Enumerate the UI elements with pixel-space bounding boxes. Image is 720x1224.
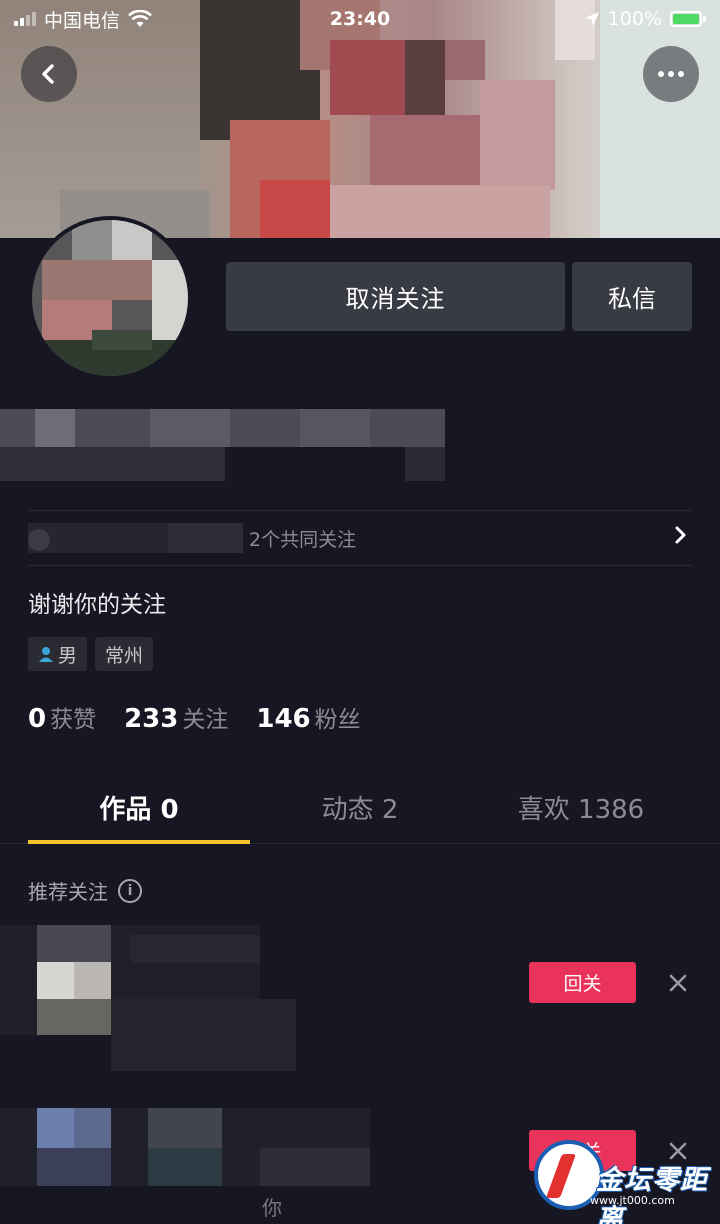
stat-followers[interactable]: 146 粉丝 — [256, 700, 360, 734]
likes-count: 0 — [28, 704, 47, 734]
stat-likes: 0 获赞 — [28, 700, 96, 734]
recommended-user-subtitle: 你 — [262, 1196, 282, 1220]
active-tab-indicator — [28, 840, 250, 844]
avatar[interactable] — [28, 216, 192, 380]
stat-following[interactable]: 233 关注 — [124, 700, 228, 734]
carrier-label: 中国电信 — [44, 9, 121, 32]
likes-label: 获赞 — [50, 707, 97, 733]
profile-tags: 男 常州 — [28, 637, 154, 671]
watermark-url: www.jt000.com — [590, 1194, 675, 1207]
recommended-user-blurred — [0, 925, 400, 1075]
bio-text: 谢谢你的关注 — [28, 592, 166, 618]
content-tabs: 作品 0 动态 2 喜欢 1386 — [0, 770, 720, 844]
mutual-follows-row[interactable]: 2个共同关注 — [28, 510, 692, 566]
chevron-right-icon — [675, 526, 686, 544]
unfollow-button[interactable]: 取消关注 — [226, 262, 565, 331]
more-options-button[interactable] — [643, 46, 699, 102]
gender-tag: 男 — [28, 637, 88, 671]
info-icon[interactable]: i — [118, 878, 142, 903]
battery-charging-icon — [670, 11, 706, 27]
recommended-follows-header: 推荐关注 i — [28, 876, 142, 905]
recommended-user-row[interactable]: 回关 — [0, 925, 720, 1075]
location-arrow-icon — [584, 12, 599, 26]
username-blurred — [0, 405, 460, 485]
followers-label: 粉丝 — [314, 707, 361, 733]
followers-count: 146 — [256, 704, 311, 734]
tab-activity[interactable]: 动态 2 — [250, 770, 470, 844]
recommended-follows-title: 推荐关注 — [28, 880, 108, 904]
battery-percent: 100% — [607, 8, 662, 30]
wifi-icon — [128, 10, 152, 27]
dismiss-button[interactable] — [665, 970, 691, 996]
status-bar: 中国电信 23:40 100% — [0, 0, 720, 38]
male-user-icon — [39, 647, 53, 662]
mutual-names-blurred — [28, 523, 243, 553]
message-button[interactable]: 私信 — [572, 262, 692, 331]
location-tag: 常州 — [95, 637, 154, 671]
mutual-follows-count: 2个共同关注 — [249, 528, 357, 551]
back-button[interactable] — [21, 46, 77, 102]
close-icon — [669, 974, 687, 992]
location-label: 常州 — [105, 644, 144, 667]
gender-label: 男 — [58, 644, 78, 667]
ellipsis-icon — [658, 71, 684, 77]
follow-back-button[interactable]: 回关 — [529, 962, 636, 1003]
site-watermark: 金坛零距离 www.jt000.com — [530, 1132, 720, 1224]
following-label: 关注 — [182, 707, 229, 733]
following-count: 233 — [124, 704, 179, 734]
signal-icon — [14, 12, 36, 26]
profile-stats: 0 获赞 233 关注 146 粉丝 — [28, 700, 361, 734]
tab-likes[interactable]: 喜欢 1386 — [470, 770, 692, 844]
watermark-text: 金坛零距离 — [596, 1165, 708, 1224]
recommended-user-blurred — [0, 1108, 400, 1224]
tab-works[interactable]: 作品 0 — [28, 770, 250, 844]
chevron-left-icon — [42, 64, 54, 84]
